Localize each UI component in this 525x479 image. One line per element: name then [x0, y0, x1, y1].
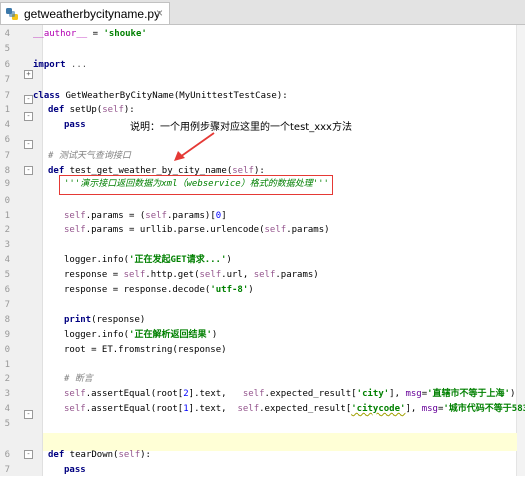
code-line-pass[interactable]: pass — [64, 116, 86, 134]
fold-collapse-icon[interactable]: - — [24, 112, 33, 121]
code-line-root[interactable]: root = ET.fromstring(response) — [64, 341, 227, 359]
line-number: 5 — [4, 419, 10, 429]
fold-collapse-icon[interactable]: - — [24, 450, 33, 459]
fold-collapse-icon[interactable]: - — [24, 95, 33, 104]
close-icon[interactable]: × — [156, 6, 163, 20]
code-line-import[interactable]: import ... — [33, 56, 87, 74]
line-number: 7 — [4, 465, 10, 475]
code-line-assert-citycode[interactable]: self.assertEqual(root[1].text, self.expe… — [64, 400, 525, 418]
fold-end-icon[interactable]: - — [24, 410, 33, 419]
code-line-def-setup[interactable]: def setUp(self): — [48, 101, 135, 119]
tab-filename: getweatherbycityname.py — [24, 6, 161, 21]
code-line-author[interactable]: __author__ = 'shouke' — [33, 25, 147, 43]
red-arrow-icon — [174, 132, 215, 161]
fold-expand-icon[interactable]: + — [24, 70, 33, 79]
fold-end-icon[interactable]: - — [24, 140, 33, 149]
line-number: 9 — [4, 179, 10, 189]
code-line-response-decode[interactable]: response = response.decode('utf-8') — [64, 281, 254, 299]
fold-collapse-icon[interactable]: - — [24, 166, 33, 175]
code-line-pass-2[interactable]: pass — [64, 461, 86, 479]
tab-getweatherbycityname[interactable]: getweatherbycityname.py × — [0, 2, 170, 24]
code-line-params-2[interactable]: self.params = urllib.parse.urlencode(sel… — [64, 221, 330, 239]
annotation-note: 说明：一个用例步骤对应这里的一个test_xxx方法 — [130, 122, 352, 133]
editor-tab-bar: getweatherbycityname.py × — [0, 0, 525, 25]
python-file-icon — [6, 7, 18, 20]
code-line-docstring[interactable]: '''演示接口返回数据为xml（webservice）格式的数据处理''' — [64, 175, 329, 193]
